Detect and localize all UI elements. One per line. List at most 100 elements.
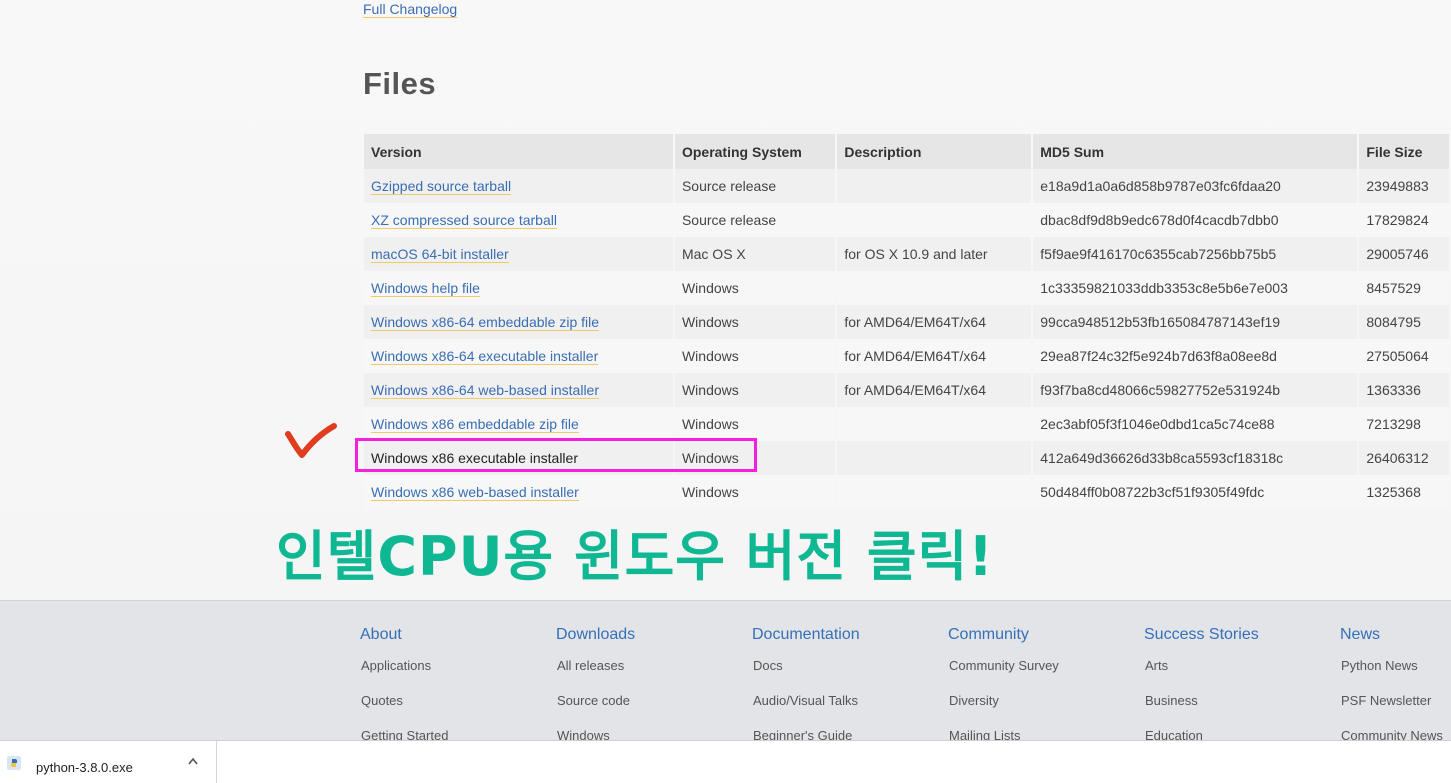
table-row: Windows x86-64 executable installer Windo…: [364, 339, 1449, 373]
table-row: Windows x86 embeddable zip file Windows 2e…: [364, 407, 1449, 441]
footer-heading[interactable]: News: [1340, 626, 1443, 644]
table-row: Windows x86-64 web-based installer Window…: [364, 373, 1449, 407]
footer-link[interactable]: Python News: [1341, 658, 1443, 693]
download-link[interactable]: Windows x86 embeddable zip file: [371, 416, 579, 433]
table-row: macOS 64-bit installer Mac OS Xfor OS X 1…: [364, 237, 1449, 271]
download-link[interactable]: Gzipped source tarball: [371, 178, 512, 195]
footer-link[interactable]: Applications: [361, 658, 448, 693]
footer-heading[interactable]: Community: [948, 626, 1059, 644]
footer-link[interactable]: PSF Newsletter: [1341, 693, 1443, 728]
cell-md5: 1c33359821033ddb3353c8e5b6e7e003: [1033, 271, 1358, 305]
table-header-row: Version Operating System Description MD5…: [364, 134, 1449, 169]
cell-version: Windows x86-64 embeddable zip file: [364, 305, 673, 339]
footer-link[interactable]: Diversity: [949, 693, 1059, 728]
cell-description: for AMD64/EM64T/x64: [837, 305, 1032, 339]
cell-os: Windows: [674, 271, 836, 305]
cell-version: Windows x86 web-based installer: [364, 475, 673, 509]
footer-link[interactable]: Community Survey: [949, 658, 1059, 693]
cell-md5: 99cca948512b53fb165084787143ef19: [1033, 305, 1358, 339]
python-installer-icon: [7, 756, 21, 770]
table-row: Windows x86-64 embeddable zip file Window…: [364, 305, 1449, 339]
files-table: Version Operating System Description MD5…: [362, 134, 1451, 509]
footer-heading[interactable]: Success Stories: [1144, 626, 1259, 644]
footer-link[interactable]: Docs: [753, 658, 860, 693]
cell-description: [837, 203, 1032, 237]
cell-version: XZ compressed source tarball: [364, 203, 673, 237]
footer-link[interactable]: All releases: [557, 658, 635, 693]
download-link[interactable]: Windows x86-64 embeddable zip file: [371, 314, 600, 331]
footer-heading[interactable]: Documentation: [752, 626, 860, 644]
download-link[interactable]: macOS 64-bit installer: [371, 246, 509, 263]
table-row: Windows help file Windows 1c33359821033ddb…: [364, 271, 1449, 305]
cell-description: for AMD64/EM64T/x64: [837, 373, 1032, 407]
cell-version: Windows x86-64 executable installer: [364, 339, 673, 373]
cell-file-size: 8457529: [1359, 271, 1449, 305]
cell-description: [837, 271, 1032, 305]
download-link[interactable]: Windows x86 web-based installer: [371, 484, 579, 501]
cell-file-size: 1363336: [1359, 373, 1449, 407]
table-row: Windows x86 executable installer Windows 4…: [364, 441, 1449, 475]
cell-os: Windows: [674, 407, 836, 441]
cell-md5: 50d484ff0b08722b3cf51f9305f49fdc: [1033, 475, 1358, 509]
cell-os: Windows: [674, 441, 836, 475]
cell-os: Windows: [674, 373, 836, 407]
column-header-version: Version: [364, 134, 673, 169]
full-changelog-link[interactable]: Full Changelog: [363, 1, 458, 18]
cell-md5: 2ec3abf05f3f1046e0dbd1ca5c74ce88: [1033, 407, 1358, 441]
download-item[interactable]: python-3.8.0.exe: [0, 741, 217, 783]
chevron-up-icon[interactable]: [187, 756, 199, 766]
cell-os: Windows: [674, 305, 836, 339]
download-link[interactable]: Windows x86 executable installer: [371, 450, 578, 466]
cell-md5: e18a9d1a0a6d858b9787e03fc6fdaa20: [1033, 169, 1358, 203]
cell-os: Windows: [674, 339, 836, 373]
cell-md5: 29ea87f24c32f5e924b7d63f8a08ee8d: [1033, 339, 1358, 373]
cell-md5: f5f9ae9f416170c6355cab7256bb75b5: [1033, 237, 1358, 271]
download-filename: python-3.8.0.exe: [36, 760, 133, 775]
column-header-os: Operating System: [674, 134, 836, 169]
cell-os: Mac OS X: [674, 237, 836, 271]
cell-description: [837, 169, 1032, 203]
cell-version: Windows x86-64 web-based installer: [364, 373, 673, 407]
column-header-description: Description: [837, 134, 1032, 169]
cell-description: for OS X 10.9 and later: [837, 237, 1032, 271]
footer-link[interactable]: Business: [1145, 693, 1259, 728]
footer-link[interactable]: Source code: [557, 693, 635, 728]
table-row: Gzipped source tarball Source release e18a…: [364, 169, 1449, 203]
cell-version: Windows x86 embeddable zip file: [364, 407, 673, 441]
cell-file-size: 1325368: [1359, 475, 1449, 509]
cell-description: [837, 407, 1032, 441]
cell-os: Windows: [674, 475, 836, 509]
cell-version: Windows help file: [364, 271, 673, 305]
footer-link[interactable]: Quotes: [361, 693, 448, 728]
cell-file-size: 23949883: [1359, 169, 1449, 203]
cell-description: for AMD64/EM64T/x64: [837, 339, 1032, 373]
footer-heading[interactable]: About: [360, 626, 448, 644]
cell-file-size: 27505064: [1359, 339, 1449, 373]
table-row: Windows x86 web-based installer Windows 50…: [364, 475, 1449, 509]
python-release-page: Full Changelog Files Version Operating S…: [0, 0, 1451, 783]
cell-version: macOS 64-bit installer: [364, 237, 673, 271]
cell-md5: f93f7ba8cd48066c59827752e531924b: [1033, 373, 1358, 407]
footer-link[interactable]: Arts: [1145, 658, 1259, 693]
cell-file-size: 8084795: [1359, 305, 1449, 339]
column-header-md5: MD5 Sum: [1033, 134, 1358, 169]
download-link[interactable]: XZ compressed source tarball: [371, 212, 557, 229]
footer-heading[interactable]: Downloads: [556, 626, 635, 644]
download-link[interactable]: Windows help file: [371, 280, 480, 297]
cell-description: [837, 441, 1032, 475]
download-link[interactable]: Windows x86-64 executable installer: [371, 348, 599, 365]
cell-os: Source release: [674, 203, 836, 237]
cell-description: [837, 475, 1032, 509]
cell-os: Source release: [674, 169, 836, 203]
files-heading: Files: [363, 66, 437, 101]
cell-md5: dbac8df9d8b9edc678d0f4cacdb7dbb0: [1033, 203, 1358, 237]
cell-version: Gzipped source tarball: [364, 169, 673, 203]
table-row: XZ compressed source tarball Source relea…: [364, 203, 1449, 237]
download-link[interactable]: Windows x86-64 web-based installer: [371, 382, 599, 399]
cell-version: Windows x86 executable installer: [364, 441, 673, 475]
annotation-caption: 인텔CPU용 윈도우 버전 클릭!: [276, 525, 994, 588]
cell-file-size: 7213298: [1359, 407, 1449, 441]
footer-link[interactable]: Audio/Visual Talks: [753, 693, 860, 728]
download-bar: python-3.8.0.exe: [0, 740, 1451, 783]
cell-md5: 412a649d36626d33b8ca5593cf18318c: [1033, 441, 1358, 475]
